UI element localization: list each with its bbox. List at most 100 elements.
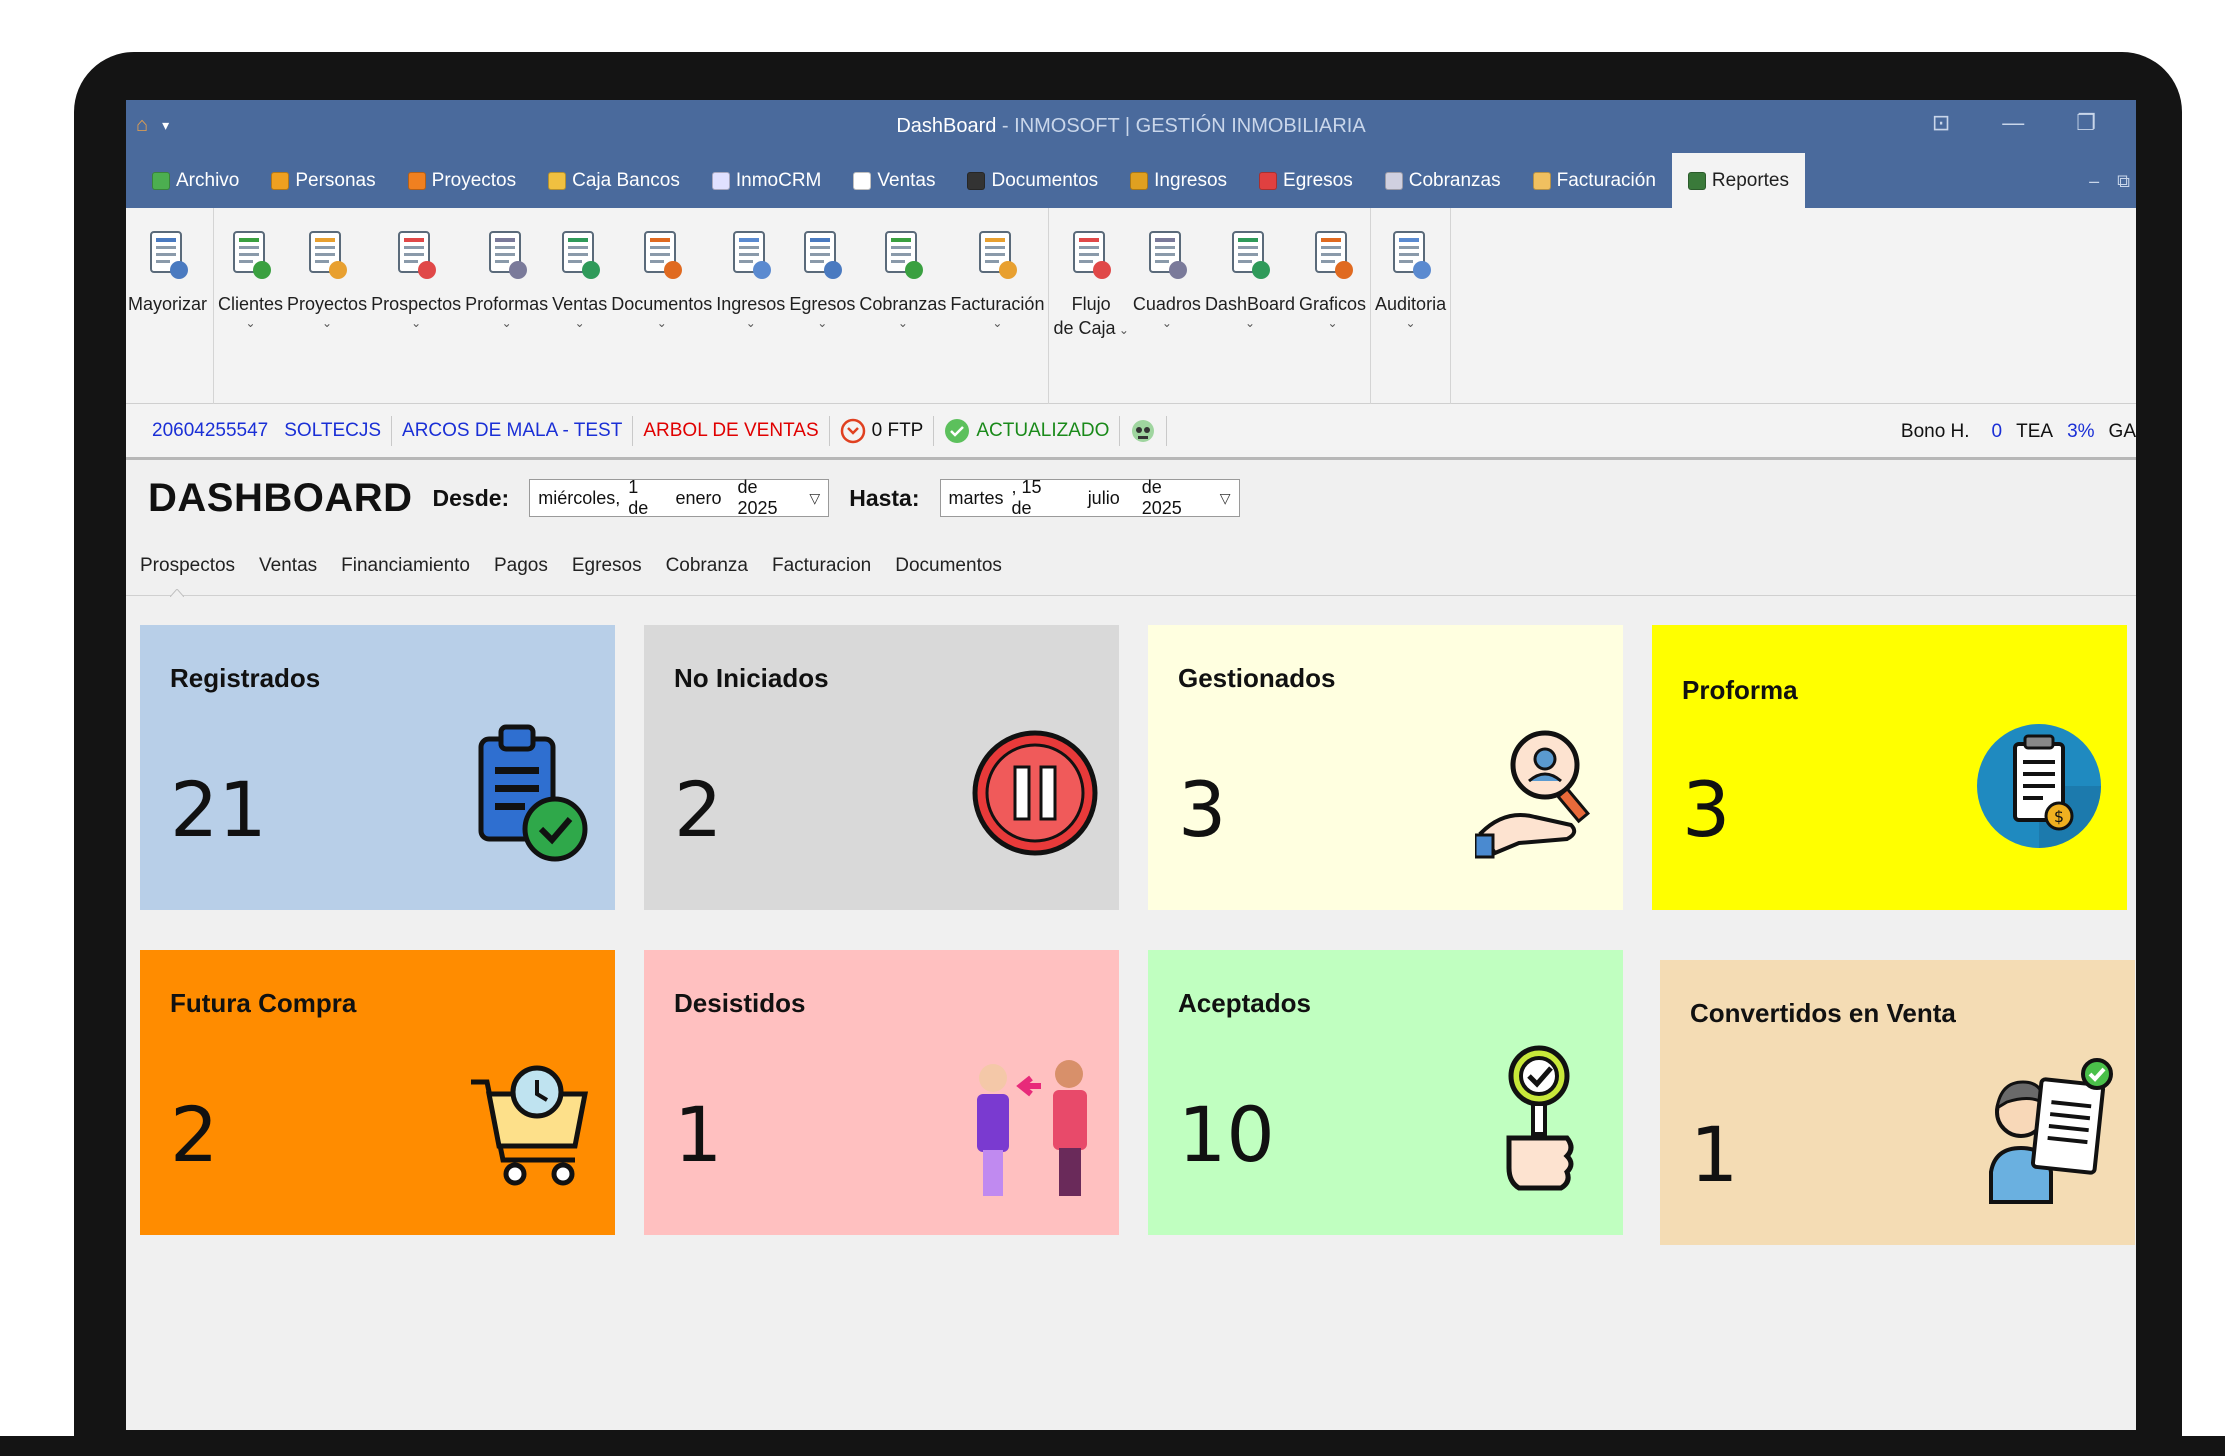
kpi-card-value: 2: [170, 1090, 219, 1179]
ribbon-button-clientes[interactable]: Clientes ⌄: [216, 208, 285, 404]
chevron-down-icon[interactable]: ⌄: [245, 316, 255, 330]
chevron-down-icon[interactable]: ⌄: [992, 316, 1002, 330]
ribbon-button-dashboard[interactable]: DashBoard ⌄: [1203, 208, 1297, 404]
ribbon-controls: – ⧉: [2089, 171, 2130, 192]
subtab-cobranza[interactable]: Cobranza: [666, 555, 748, 577]
chevron-down-icon[interactable]: ⌄: [502, 316, 512, 330]
company-text[interactable]: SOLTECJS: [284, 420, 381, 442]
ribbon-button-flujo[interactable]: Flujo de Caja ⌄: [1051, 208, 1130, 404]
ribbon-button-label: Prospectos: [371, 294, 462, 314]
from-date-picker[interactable]: miércoles, 1 de enero de 2025 ▽: [529, 477, 830, 518]
subtab-egresos[interactable]: Egresos: [572, 555, 642, 577]
kpi-card-desistidos[interactable]: Desistidos 1: [644, 950, 1119, 1235]
ribbon-button-ingresos[interactable]: Ingresos ⌄: [714, 208, 787, 404]
subtab-pagos[interactable]: Pagos: [494, 555, 548, 577]
chevron-down-icon[interactable]: ⌄: [322, 316, 332, 330]
kpi-card-value: 1: [1690, 1110, 1739, 1199]
restore-icon[interactable]: ❐: [2076, 110, 2096, 136]
tab-facturaci-n[interactable]: Facturación: [1517, 153, 1672, 208]
tab-egresos[interactable]: Egresos: [1243, 153, 1369, 208]
ribbon-button-cuadros[interactable]: Cuadros ⌄: [1131, 208, 1203, 404]
ribbon-button-ventas[interactable]: Ventas ⌄: [550, 208, 609, 404]
search-person-icon: [1473, 717, 1603, 877]
approval-hand-icon: [1475, 1042, 1603, 1202]
kpi-card-value: 2: [674, 765, 723, 854]
kpi-card-proforma[interactable]: Proforma 3 $: [1652, 625, 2127, 910]
chevron-down-icon[interactable]: ⌄: [746, 316, 756, 330]
tab-caja-bancos[interactable]: Caja Bancos: [532, 153, 696, 208]
minimize-icon[interactable]: —: [2002, 110, 2024, 136]
kpi-card-convertidos-en-venta[interactable]: Convertidos en Venta 1: [1660, 960, 2135, 1245]
ribbon: Mayorizar Clientes ⌄ Proyectos ⌄ Prospecto…: [126, 208, 2136, 404]
subtab-documentos[interactable]: Documentos: [895, 555, 1002, 577]
subtab-facturacion[interactable]: Facturacion: [772, 555, 871, 577]
ribbon-button-label: Facturación: [950, 294, 1045, 314]
sales-tree-text[interactable]: ARBOL DE VENTAS: [643, 420, 818, 442]
ribbon-restore-icon[interactable]: ⧉: [2117, 171, 2130, 192]
ribbon-button-label: Mayorizar: [128, 294, 208, 314]
tab-icon: [271, 171, 290, 190]
kpi-card-title: No Iniciados: [674, 663, 829, 693]
kpi-card-futura-compra[interactable]: Futura Compra 2: [140, 950, 615, 1235]
ribbon-button-facturaci-n[interactable]: Facturación ⌄: [948, 208, 1046, 404]
ribbon-button-cobranzas[interactable]: Cobranzas ⌄: [857, 208, 948, 404]
subtab-financiamiento[interactable]: Financiamiento: [341, 555, 470, 577]
ribbon-button-proformas[interactable]: Proformas ⌄: [463, 208, 550, 404]
cart-clock-icon: [467, 1042, 595, 1202]
chevron-down-icon[interactable]: ▽: [1220, 490, 1231, 507]
ribbon-button-egresos[interactable]: Egresos ⌄: [787, 208, 857, 404]
tab-personas[interactable]: Personas: [255, 153, 391, 208]
tab-cobranzas[interactable]: Cobranzas: [1369, 153, 1517, 208]
kpi-card-title: Desistidos: [674, 988, 806, 1018]
project-text[interactable]: ARCOS DE MALA - TEST: [402, 420, 622, 442]
pin-icon[interactable]: ⊡: [1932, 110, 1950, 136]
chevron-down-icon[interactable]: ⌄: [411, 316, 421, 330]
chevron-down-icon[interactable]: ▽: [809, 490, 820, 507]
proformas-icon: [484, 228, 530, 284]
chevron-down-icon[interactable]: ⌄: [1245, 316, 1255, 330]
chevron-down-icon[interactable]: ⌄: [1327, 316, 1337, 330]
ribbon-button-proyectos[interactable]: Proyectos ⌄: [285, 208, 369, 404]
kpi-card-aceptados[interactable]: Aceptados 10: [1148, 950, 1623, 1235]
tab-archivo[interactable]: Archivo: [136, 153, 255, 208]
subtab-ventas[interactable]: Ventas: [259, 555, 317, 577]
updated-text[interactable]: ACTUALIZADO: [976, 420, 1109, 442]
pause-icon: [971, 717, 1099, 877]
tab-ingresos[interactable]: Ingresos: [1114, 153, 1243, 208]
tab-icon: [1687, 171, 1706, 190]
tab-inmocrm[interactable]: InmoCRM: [696, 153, 838, 208]
chevron-down-icon[interactable]: ⌄: [1406, 316, 1416, 330]
ribbon-button-mayorizar[interactable]: Mayorizar: [128, 208, 207, 404]
ribbon-button-graficos[interactable]: Graficos ⌄: [1297, 208, 1368, 404]
kpi-card-title: Futura Compra: [170, 988, 357, 1018]
dropdown-icon[interactable]: ▾: [162, 117, 169, 137]
ribbon-button-documentos[interactable]: Documentos ⌄: [609, 208, 714, 404]
chevron-down-icon[interactable]: ⌄: [657, 316, 667, 330]
ribbon-button-prospectos[interactable]: Prospectos ⌄: [369, 208, 463, 404]
ribbon-button-label: Cobranzas: [859, 294, 947, 314]
tab-icon: [1259, 171, 1278, 190]
robot-icon[interactable]: [1130, 418, 1156, 444]
ftp-text[interactable]: 0 FTP: [872, 420, 924, 442]
tab-proyectos[interactable]: Proyectos: [392, 153, 532, 208]
kpi-card-no-iniciados[interactable]: No Iniciados 2: [644, 625, 1119, 910]
chevron-down-icon[interactable]: ⌄: [575, 316, 585, 330]
kpi-card-title: Aceptados: [1178, 988, 1311, 1018]
kpi-card-gestionados[interactable]: Gestionados 3: [1148, 625, 1623, 910]
home-icon[interactable]: ⌂: [136, 114, 148, 137]
chevron-down-icon[interactable]: ⌄: [817, 316, 827, 330]
kpi-card-title: Convertidos en Venta: [1690, 998, 1956, 1028]
tab-documentos[interactable]: Documentos: [951, 153, 1114, 208]
subtab-prospectos[interactable]: Prospectos: [140, 555, 235, 577]
chevron-down-icon[interactable]: ⌄: [1162, 316, 1172, 330]
ribbon-button-auditoria[interactable]: Auditoria ⌄: [1373, 208, 1448, 404]
tab-reportes[interactable]: Reportes: [1671, 153, 1806, 208]
ruc-text[interactable]: 20604255547: [152, 420, 268, 442]
ribbon-minimize-icon[interactable]: –: [2089, 171, 2099, 192]
tab-ventas[interactable]: Ventas: [837, 153, 951, 208]
chevron-down-icon[interactable]: ⌄: [898, 316, 908, 330]
to-date-picker[interactable]: martes , 15 de julio de 2025 ▽: [939, 477, 1240, 518]
chevron-down-icon[interactable]: ⌄: [1116, 323, 1129, 337]
person-contract-icon: [1987, 1052, 2115, 1212]
kpi-card-registrados[interactable]: Registrados 21: [140, 625, 615, 910]
